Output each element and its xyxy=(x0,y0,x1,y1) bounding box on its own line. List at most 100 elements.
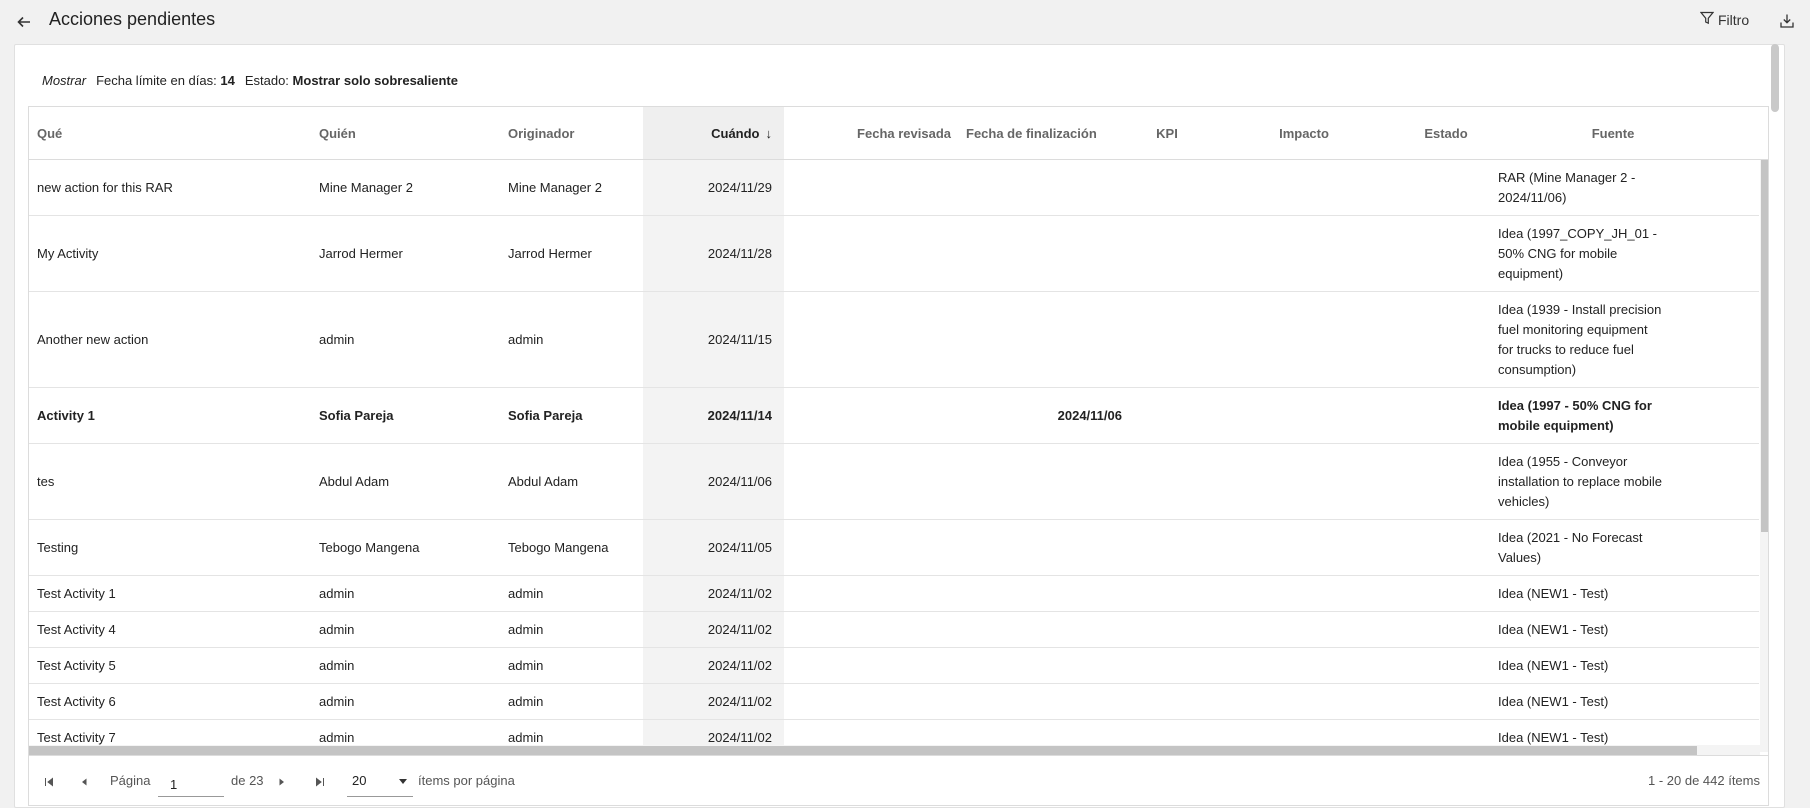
page-number-input[interactable] xyxy=(158,765,224,797)
cell-fuente: RAR (Mine Manager 2 - 2024/11/06) xyxy=(1498,160,1708,215)
cell-que: Test Activity 5 xyxy=(37,657,116,673)
cell-quien: Tebogo Mangena xyxy=(319,539,420,555)
cell-fecha-finalizacion xyxy=(966,520,1122,575)
grid-header: Qué Quién Originador Cuándo ↓ Fecha revi… xyxy=(29,107,1768,160)
cell-que: Activity 1 xyxy=(37,407,95,423)
cell-fuente: Idea (1997_COPY_JH_01 - 50% CNG for mobil… xyxy=(1498,216,1708,291)
cell-fuente-line: RAR (Mine Manager 2 - xyxy=(1498,169,1636,185)
status-label: Estado: xyxy=(244,73,289,88)
cell-fecha-finalizacion xyxy=(966,292,1122,387)
cell-fuente-line: fuel monitoring equipment xyxy=(1498,321,1648,337)
column-header-originador[interactable]: Originador xyxy=(508,107,638,159)
pager: Página de 23 20 ítems por página 1 - 20 … xyxy=(29,755,1768,805)
cell-originador: Mine Manager 2 xyxy=(508,179,602,195)
cell-quien: Sofia Pareja xyxy=(319,407,394,423)
cell-fuente-line: Idea (1939 - Install precision xyxy=(1498,301,1662,317)
cell-fuente-line: Idea (NEW1 - Test) xyxy=(1498,621,1609,637)
cell-fuente: Idea (NEW1 - Test) xyxy=(1498,576,1708,611)
cell-fuente: Idea (NEW1 - Test) xyxy=(1498,612,1708,647)
filter-button[interactable]: Filtro xyxy=(1699,11,1749,28)
cell-fuente-line: Values) xyxy=(1498,549,1542,565)
chevron-down-icon xyxy=(399,779,407,784)
cell-quien: Jarrod Hermer xyxy=(319,245,403,261)
actions-grid: Qué Quién Originador Cuándo ↓ Fecha revi… xyxy=(28,106,1769,806)
cell-que: tes xyxy=(37,473,55,489)
cell-cuando: 2024/11/02 xyxy=(707,693,772,709)
column-header-quien[interactable]: Quién xyxy=(319,107,499,159)
column-header-fecha-revisada[interactable]: Fecha revisada xyxy=(789,107,957,159)
status-summary: Estado: Mostrar solo sobresaliente xyxy=(245,73,458,88)
cell-fuente-line: equipment) xyxy=(1498,265,1564,281)
cell-que: Test Activity 4 xyxy=(37,621,116,637)
cell-quien: Abdul Adam xyxy=(319,473,390,489)
cell-quien: Mine Manager 2 xyxy=(319,179,413,195)
cell-quien: admin xyxy=(319,657,355,673)
cell-fuente-line: Idea (1997 - 50% CNG for xyxy=(1498,397,1652,413)
page-title: Acciones pendientes xyxy=(49,9,216,29)
cell-que: Another new action xyxy=(37,331,149,347)
grid-horizontal-scrollbar-thumb[interactable] xyxy=(29,746,1697,755)
table-row[interactable]: Test Activity 4 admin admin 2024/11/02 Idea … xyxy=(29,612,1759,648)
grid-vertical-scrollbar-thumb[interactable] xyxy=(1761,160,1768,532)
column-header-que[interactable]: Qué xyxy=(37,107,307,159)
cell-cuando: 2024/11/06 xyxy=(707,473,772,489)
cell-cuando: 2024/11/05 xyxy=(707,539,772,555)
back-arrow-icon[interactable] xyxy=(12,10,36,34)
column-header-fecha-finalizacion[interactable]: Fecha de finalización xyxy=(966,107,1116,159)
top-bar: Acciones pendientes Filtro xyxy=(0,0,1810,44)
table-row[interactable]: Activity 1 Sofia Pareja Sofia Pareja 2024/1… xyxy=(29,388,1759,444)
cell-originador: admin xyxy=(508,657,544,673)
cell-quien: admin xyxy=(319,693,355,709)
page-scrollbar[interactable] xyxy=(1770,44,1780,808)
page-scrollbar-thumb[interactable] xyxy=(1771,44,1779,112)
table-row[interactable]: Test Activity 5 admin admin 2024/11/02 Idea … xyxy=(29,648,1759,684)
cell-fuente-line: vehicles) xyxy=(1498,493,1550,509)
cell-fecha-finalizacion xyxy=(966,612,1122,647)
table-row[interactable]: new action for this RAR Mine Manager 2 Min… xyxy=(29,160,1759,216)
table-row[interactable]: Testing Tebogo Mangena Tebogo Mangena 2024/… xyxy=(29,520,1759,576)
column-header-impacto[interactable]: Impacto xyxy=(1254,107,1354,159)
cell-originador: Abdul Adam xyxy=(508,473,579,489)
grid-horizontal-scrollbar[interactable] xyxy=(29,745,1760,755)
column-header-fuente[interactable]: Fuente xyxy=(1528,107,1698,159)
cell-que: Test Activity 1 xyxy=(37,585,116,601)
cell-originador: admin xyxy=(508,621,544,637)
next-page-icon[interactable] xyxy=(274,774,290,790)
table-row[interactable]: tes Abdul Adam Abdul Adam 2024/11/06 Idea (1… xyxy=(29,444,1759,520)
cell-originador: Jarrod Hermer xyxy=(508,245,592,261)
cell-cuando: 2024/11/02 xyxy=(707,621,772,637)
column-header-kpi[interactable]: KPI xyxy=(1127,107,1207,159)
cell-fuente-line: mobile equipment) xyxy=(1498,417,1614,433)
cell-cuando: 2024/11/14 xyxy=(707,407,772,423)
deadline-label: Fecha límite en días: xyxy=(96,73,217,88)
cell-cuando: 2024/11/15 xyxy=(707,331,772,347)
first-page-icon[interactable] xyxy=(41,774,57,790)
cell-originador: admin xyxy=(508,331,544,347)
cell-fuente-line: 2024/11/06) xyxy=(1498,189,1567,205)
table-row[interactable]: My Activity Jarrod Hermer Jarrod Hermer 202… xyxy=(29,216,1759,292)
column-header-cuando[interactable]: Cuándo ↓ xyxy=(643,107,784,159)
cell-fuente-line: Idea (2021 - No Forecast xyxy=(1498,529,1643,545)
cell-quien: admin xyxy=(319,585,355,601)
cell-cuando: 2024/11/02 xyxy=(707,657,772,673)
previous-page-icon[interactable] xyxy=(76,774,92,790)
table-row[interactable]: Another new action admin admin 2024/11/15 Id… xyxy=(29,292,1759,388)
per-page-label: ítems por página xyxy=(418,773,515,788)
cell-que: Testing xyxy=(37,539,79,555)
show-label: Mostrar xyxy=(42,73,87,88)
cell-cuando: 2024/11/29 xyxy=(707,179,772,195)
cell-fuente-line: Idea (1997_COPY_JH_01 - xyxy=(1498,225,1657,241)
table-row[interactable]: Test Activity 1 admin admin 2024/11/02 Idea … xyxy=(29,576,1759,612)
table-row[interactable]: Test Activity 6 admin admin 2024/11/02 Idea … xyxy=(29,684,1759,720)
cell-originador: admin xyxy=(508,585,544,601)
cell-fuente: Idea (NEW1 - Test) xyxy=(1498,684,1708,719)
page-size-select[interactable]: 20 xyxy=(347,765,413,797)
last-page-icon[interactable] xyxy=(312,774,328,790)
cell-quien: admin xyxy=(319,621,355,637)
grid-vertical-scrollbar[interactable] xyxy=(1760,160,1768,752)
cell-fuente-line: for trucks to reduce fuel xyxy=(1498,341,1634,357)
cell-fuente-line: installation to replace mobile xyxy=(1498,473,1663,489)
cell-originador: Sofia Pareja xyxy=(508,407,583,423)
column-header-estado[interactable]: Estado xyxy=(1396,107,1496,159)
export-icon[interactable] xyxy=(1776,10,1798,32)
